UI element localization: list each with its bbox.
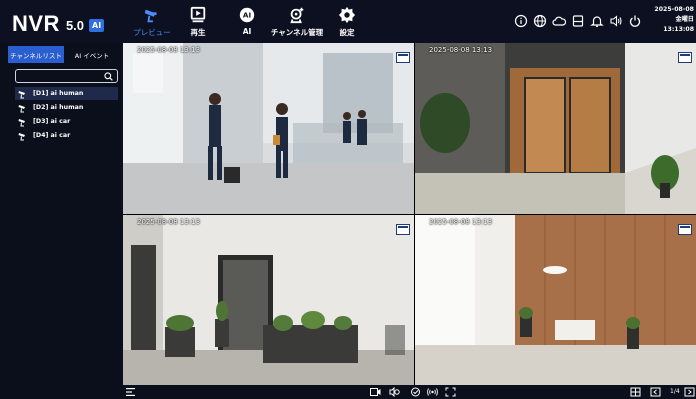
video-tile-2[interactable]: 2025-08-08 13:13 (415, 43, 696, 214)
channel-item-d3[interactable]: [D3] ai car (15, 115, 118, 128)
camera-feed-image (123, 43, 414, 214)
ai-icon: AI (239, 7, 255, 23)
app-logo: NVR 5.0 AI (12, 8, 105, 36)
channel-item-d2[interactable]: [D2] ai human (15, 101, 118, 114)
nav-channel-management-label: チャンネル管理 (270, 28, 324, 37)
logo-version: 5.0 (65, 18, 85, 33)
volume-icon[interactable] (609, 14, 623, 28)
record-icon[interactable] (370, 387, 381, 397)
camera-feed-image (123, 215, 414, 385)
logo-brand: NVR (12, 11, 60, 36)
talk-icon[interactable] (389, 387, 400, 397)
channel-label: [D1] ai human (33, 90, 84, 97)
status-icons (514, 14, 642, 28)
nav-playback-label: 再生 (190, 28, 206, 37)
screen-icon[interactable] (678, 224, 692, 235)
svg-text:AI: AI (243, 11, 252, 20)
channel-label: [D4] ai car (33, 132, 71, 139)
screen-icon[interactable] (396, 52, 410, 63)
page-indicator: 1/4 (670, 388, 680, 395)
prev-page-icon[interactable] (650, 387, 661, 397)
channel-item-d4[interactable]: [D4] ai car (15, 129, 118, 142)
next-page-icon[interactable] (684, 387, 695, 397)
nav-playback[interactable]: 再生 (183, 4, 213, 42)
camera-feed-image (415, 43, 696, 214)
screen-icon[interactable] (396, 224, 410, 235)
camera-icon (144, 9, 157, 23)
system-time: 13:13:08 (663, 26, 694, 33)
camera-icon (18, 90, 25, 98)
sidebar-tabs: チャンネルリスト AI イベント (8, 46, 120, 63)
video-tile-1[interactable]: 2025-08-08 13:13 (123, 43, 414, 214)
fullscreen-icon[interactable] (445, 387, 456, 397)
camera-icon (18, 104, 25, 112)
video-tile-3[interactable]: 2025-08-08 13:13 (123, 215, 414, 385)
wireless-icon[interactable] (427, 387, 438, 397)
menu-icon[interactable] (125, 387, 136, 397)
storage-icon[interactable] (571, 14, 585, 28)
nav-ai[interactable]: AI AI (234, 4, 260, 42)
system-date: 2025-08-08 (654, 6, 694, 13)
video-grid: 2025-08-08 13:13 2025-08-08 13:13 2025-0… (123, 43, 696, 385)
tile-timestamp: 2025-08-08 13:13 (429, 218, 493, 226)
nav-ai-label: AI (242, 27, 252, 36)
nav-settings[interactable]: 設定 (334, 4, 360, 42)
video-tile-4[interactable]: 2025-08-08 13:13 (415, 215, 696, 385)
top-bar: NVR 5.0 AI プレビュー 再生 AI AI チャンネル管理 設定 202… (0, 0, 696, 43)
screen-icon[interactable] (678, 52, 692, 63)
tab-ai-events[interactable]: AI イベント (64, 46, 120, 63)
channel-search (15, 69, 118, 89)
channel-label: [D2] ai human (33, 104, 84, 111)
system-datetime: 2025-08-08 金曜日 13:13:08 (654, 5, 694, 35)
tab-channel-list[interactable]: チャンネルリスト (8, 46, 64, 63)
camera-feed-image (415, 215, 696, 385)
search-icon[interactable] (104, 72, 113, 81)
add-camera-icon (290, 7, 304, 24)
tile-timestamp: 2025-08-08 13:13 (137, 218, 201, 226)
capture-icon[interactable] (410, 387, 421, 397)
power-icon[interactable] (628, 14, 642, 28)
camera-icon (18, 118, 25, 126)
globe-icon[interactable] (533, 14, 547, 28)
tile-timestamp: 2025-08-08 13:13 (429, 46, 493, 54)
info-icon[interactable] (514, 14, 528, 28)
camera-icon (18, 132, 25, 140)
cloud-icon[interactable] (552, 14, 566, 28)
layout-icon[interactable] (630, 387, 641, 397)
system-weekday: 金曜日 (675, 16, 694, 23)
nav-preview-label: プレビュー (133, 28, 171, 37)
nav-preview[interactable]: プレビュー (133, 4, 171, 42)
nav-channel-management[interactable]: チャンネル管理 (270, 4, 324, 42)
nav-settings-label: 設定 (339, 28, 355, 37)
channel-label: [D3] ai car (33, 118, 71, 125)
channel-list: [D1] ai human [D2] ai human [D3] ai car … (15, 87, 118, 143)
channel-item-d1[interactable]: [D1] ai human (15, 87, 118, 100)
bell-icon[interactable] (590, 14, 604, 28)
sidebar: チャンネルリスト AI イベント [D1] ai human [D2] ai h… (0, 43, 123, 399)
logo-ai-badge: AI (89, 19, 105, 32)
bottom-toolbar: 1/4 (123, 385, 696, 399)
gear-icon (338, 6, 356, 24)
playback-icon (190, 6, 206, 23)
tile-timestamp: 2025-08-08 13:13 (137, 46, 201, 54)
